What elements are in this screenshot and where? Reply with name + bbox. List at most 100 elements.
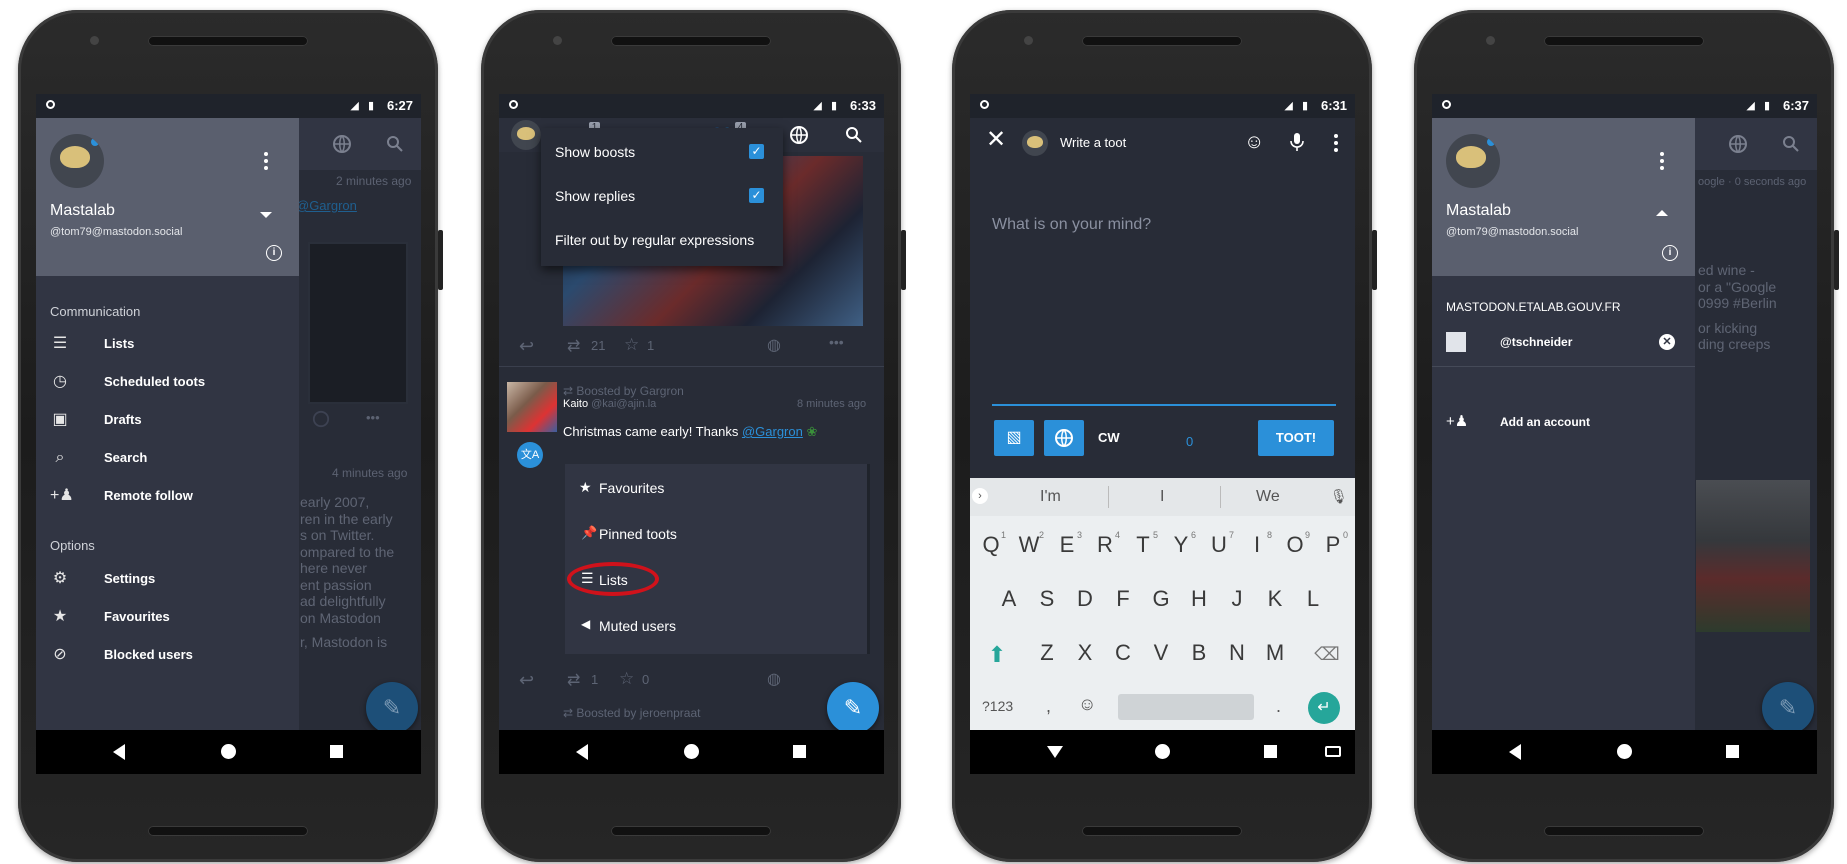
star-icon[interactable]: ☆	[619, 669, 634, 689]
recents-icon[interactable]	[1264, 745, 1277, 758]
compose-fab[interactable]: ✎	[366, 682, 418, 734]
compose-fab[interactable]: ✎	[1762, 682, 1814, 734]
author-name[interactable]: Kaito @kai@ajin.la	[563, 398, 656, 410]
toot-textarea[interactable]: What is on your mind?	[992, 216, 1151, 234]
drawer-item-settings[interactable]: ⚙ Settings	[36, 563, 299, 595]
shift-key[interactable]: ⬆	[984, 642, 1010, 668]
star-icon[interactable]: ☆	[624, 335, 639, 355]
boost-icon[interactable]: ⇄	[567, 336, 580, 356]
recents-icon[interactable]	[330, 745, 343, 758]
key[interactable]: D	[1068, 586, 1102, 612]
show-replies-checkbox[interactable]: ✓	[749, 188, 764, 203]
key[interactable]: L	[1296, 586, 1330, 612]
menu-item-muted-users[interactable]: ◀ Muted users	[565, 608, 865, 644]
more-vert-icon[interactable]	[264, 152, 268, 170]
show-boosts-checkbox[interactable]: ✓	[749, 144, 764, 159]
drawer-item-drafts[interactable]: ▣ Drafts	[36, 404, 299, 436]
mention-link[interactable]: @Gargron	[742, 424, 803, 439]
show-boosts-option[interactable]: Show boosts ✓	[541, 136, 783, 166]
key[interactable]: Z	[1030, 640, 1064, 666]
home-icon[interactable]	[684, 744, 699, 759]
emoji-key-icon[interactable]: ☺	[1078, 694, 1096, 715]
key[interactable]: E3	[1050, 530, 1084, 558]
menu-item-lists[interactable]: ☰ Lists	[565, 562, 865, 598]
voice-input-icon[interactable]: 🎙	[1330, 488, 1348, 505]
recents-icon[interactable]	[793, 745, 806, 758]
info-icon[interactable]: i	[1662, 245, 1678, 261]
key[interactable]: J	[1220, 586, 1254, 612]
key[interactable]: B	[1182, 640, 1216, 666]
keyboard-switch-icon[interactable]	[1325, 746, 1341, 757]
mention-link[interactable]: @Gargron	[296, 198, 357, 213]
visibility-button[interactable]	[1044, 420, 1084, 456]
drawer-item-blocked-users[interactable]: ⊘ Blocked users	[36, 639, 299, 671]
key[interactable]: V	[1144, 640, 1178, 666]
remove-account-icon[interactable]: ✕	[1659, 334, 1675, 350]
filter-regex-option[interactable]: Filter out by regular expressions	[541, 224, 783, 254]
compose-fab[interactable]: ✎	[827, 682, 879, 734]
info-icon[interactable]: i	[266, 245, 282, 261]
toot-button[interactable]: TOOT!	[1258, 420, 1334, 456]
menu-item-favourites[interactable]: ★ Favourites	[565, 470, 865, 506]
space-key[interactable]	[1118, 694, 1254, 720]
key[interactable]: G	[1144, 586, 1178, 612]
key[interactable]: W2	[1012, 530, 1046, 558]
microphone-icon[interactable]	[1290, 132, 1304, 152]
more-vert-icon[interactable]	[1660, 152, 1664, 170]
key[interactable]: T5	[1126, 530, 1160, 558]
hide-keyboard-icon[interactable]	[1047, 746, 1063, 758]
home-icon[interactable]	[1155, 744, 1170, 759]
avatar[interactable]	[511, 120, 541, 150]
key[interactable]: N	[1220, 640, 1254, 666]
backspace-key[interactable]: ⌫	[1314, 644, 1340, 664]
back-icon[interactable]	[113, 744, 125, 760]
key[interactable]: Q1	[974, 530, 1008, 558]
key[interactable]: R4	[1088, 530, 1122, 558]
key[interactable]: C	[1106, 640, 1140, 666]
suggestion[interactable]: We	[1256, 488, 1280, 506]
avatar[interactable]	[1446, 134, 1500, 188]
search-icon[interactable]	[845, 126, 863, 144]
period-key[interactable]: .	[1276, 696, 1281, 717]
back-icon[interactable]	[1509, 744, 1521, 760]
key[interactable]: U7	[1202, 530, 1236, 558]
drawer-item-lists[interactable]: ☰ Lists	[36, 328, 299, 360]
home-icon[interactable]	[221, 744, 236, 759]
suggestion[interactable]: I	[1160, 488, 1164, 506]
key[interactable]: I8	[1240, 530, 1274, 558]
close-icon[interactable]: ✕	[986, 128, 1006, 152]
key[interactable]: M	[1258, 640, 1292, 666]
globe-icon[interactable]: ◍	[767, 335, 781, 355]
symbols-key[interactable]: ?123	[982, 698, 1013, 714]
drawer-item-search[interactable]: ⌕ Search	[36, 442, 299, 474]
more-icon[interactable]: •••	[829, 334, 844, 350]
comma-key[interactable]: ,	[1046, 696, 1051, 717]
key[interactable]: P0	[1316, 530, 1350, 558]
drawer-item-favourites[interactable]: ★ Favourites	[36, 601, 299, 633]
search-icon[interactable]	[1782, 135, 1800, 153]
attach-media-button[interactable]: ▧	[994, 420, 1034, 456]
key[interactable]: O9	[1278, 530, 1312, 558]
suggestion[interactable]: I'm	[1040, 488, 1061, 506]
expand-suggestions-icon[interactable]: ›	[972, 488, 988, 504]
recents-icon[interactable]	[1726, 745, 1739, 758]
account-row[interactable]: @tschneider ✕	[1432, 324, 1695, 360]
back-icon[interactable]	[576, 744, 588, 760]
boost-icon[interactable]: ⇄	[567, 670, 580, 690]
key[interactable]: S	[1030, 586, 1064, 612]
key[interactable]: A	[992, 586, 1026, 612]
menu-item-pinned-toots[interactable]: 📌 Pinned toots	[565, 516, 865, 552]
account-collapse-icon[interactable]	[1656, 210, 1668, 216]
cw-button[interactable]: CW	[1098, 430, 1120, 445]
account-dropdown-icon[interactable]	[260, 212, 272, 218]
avatar[interactable]	[50, 134, 104, 188]
key[interactable]: Y6	[1164, 530, 1198, 558]
translate-icon[interactable]: 文A	[517, 442, 543, 468]
key[interactable]: K	[1258, 586, 1292, 612]
globe-icon[interactable]	[332, 134, 352, 154]
search-icon[interactable]	[386, 135, 404, 153]
show-replies-option[interactable]: Show replies ✓	[541, 180, 783, 210]
key[interactable]: X	[1068, 640, 1102, 666]
key[interactable]: F	[1106, 586, 1140, 612]
more-vert-icon[interactable]	[1334, 134, 1338, 152]
